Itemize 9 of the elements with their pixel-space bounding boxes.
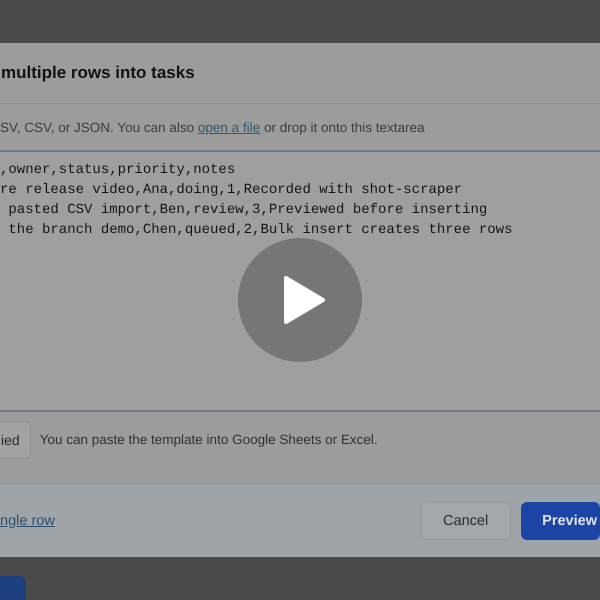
csv-textarea[interactable]: ,owner,status,priority,notes re release video,Ana,doing,1,Recorded with shot-scraper pasted CSV import,Ben,review,3,Previewed before inserting the branch demo,Chen,queued,2,Bulk insert creates three rows (0, 150, 600, 412)
preview-button[interactable]: Preview (521, 502, 600, 540)
play-icon (282, 275, 326, 325)
dialog-title: multiple rows into tasks (0, 63, 195, 83)
description-text: SV, CSV, or JSON. You can also open a file or drop it onto this textarea (0, 118, 426, 137)
copy-button[interactable]: ied (0, 420, 31, 458)
hint-text: You can paste the template into Google Sheets or Excel. (40, 432, 378, 447)
cancel-button[interactable]: Cancel (420, 502, 512, 540)
single-row-link[interactable]: ngle row (0, 512, 55, 528)
